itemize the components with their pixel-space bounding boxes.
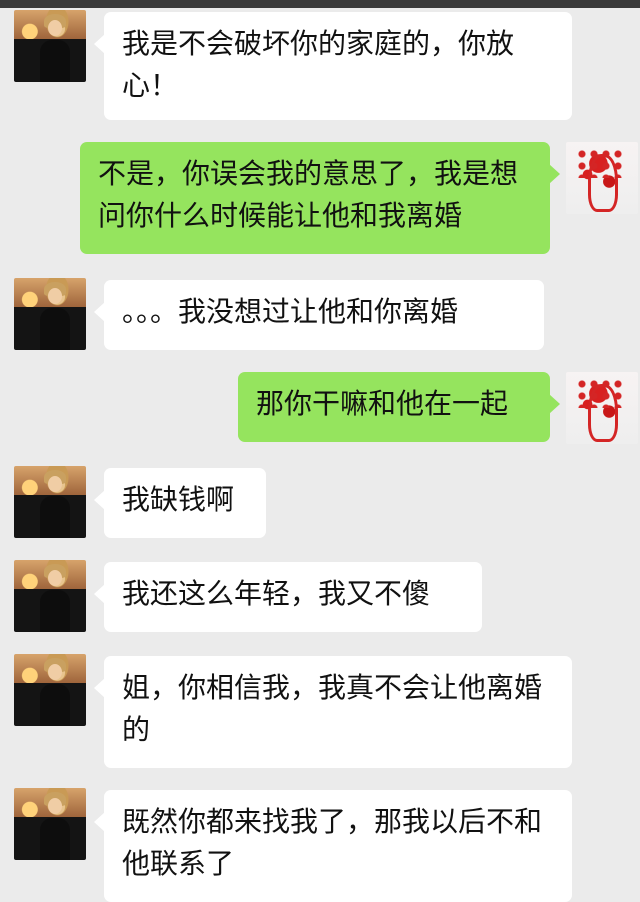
contact-avatar[interactable] bbox=[14, 10, 86, 82]
contact-avatar[interactable] bbox=[14, 654, 86, 726]
my-avatar[interactable] bbox=[566, 372, 638, 444]
contact-avatar[interactable] bbox=[14, 788, 86, 860]
message-text: 我还这么年轻，我又不傻 bbox=[122, 577, 431, 610]
message-bubble-incoming[interactable]: 我还这么年轻，我又不傻 bbox=[94, 562, 482, 632]
message-text: 我缺钱啊 bbox=[122, 483, 235, 516]
message-text: 那你干嘛和他在一起 bbox=[256, 387, 509, 420]
message-bubble-incoming[interactable]: 姐，你相信我，我真不会让他离婚的 bbox=[94, 656, 572, 768]
status-bar-edge bbox=[0, 0, 640, 8]
message-bubble-incoming[interactable]: 我缺钱啊 bbox=[94, 468, 266, 538]
message-bubble-incoming[interactable]: 。。。我没想过让他和你离婚 bbox=[94, 280, 544, 350]
contact-avatar[interactable] bbox=[14, 560, 86, 632]
message-bubble-outgoing[interactable]: 那你干嘛和他在一起 bbox=[238, 372, 560, 442]
message-text: 我是不会破坏你的家庭的，你放心！ bbox=[122, 27, 515, 102]
message-bubble-incoming[interactable]: 既然你都来找我了，那我以后不和他联系了 bbox=[94, 790, 572, 902]
message-text: 姐，你相信我，我真不会让他离婚的 bbox=[122, 671, 543, 746]
my-avatar[interactable] bbox=[566, 142, 638, 214]
contact-avatar[interactable] bbox=[14, 278, 86, 350]
message-text: 既然你都来找我了，那我以后不和他联系了 bbox=[122, 805, 543, 880]
message-bubble-incoming[interactable]: 我是不会破坏你的家庭的，你放心！ bbox=[94, 12, 572, 120]
message-bubble-outgoing[interactable]: 不是，你误会我的意思了，我是想问你什么时候能让他和我离婚 bbox=[80, 142, 560, 254]
contact-avatar[interactable] bbox=[14, 466, 86, 538]
message-text: 不是，你误会我的意思了，我是想问你什么时候能让他和我离婚 bbox=[98, 157, 519, 232]
message-text: 。。。我没想过让他和你离婚 bbox=[122, 295, 459, 328]
